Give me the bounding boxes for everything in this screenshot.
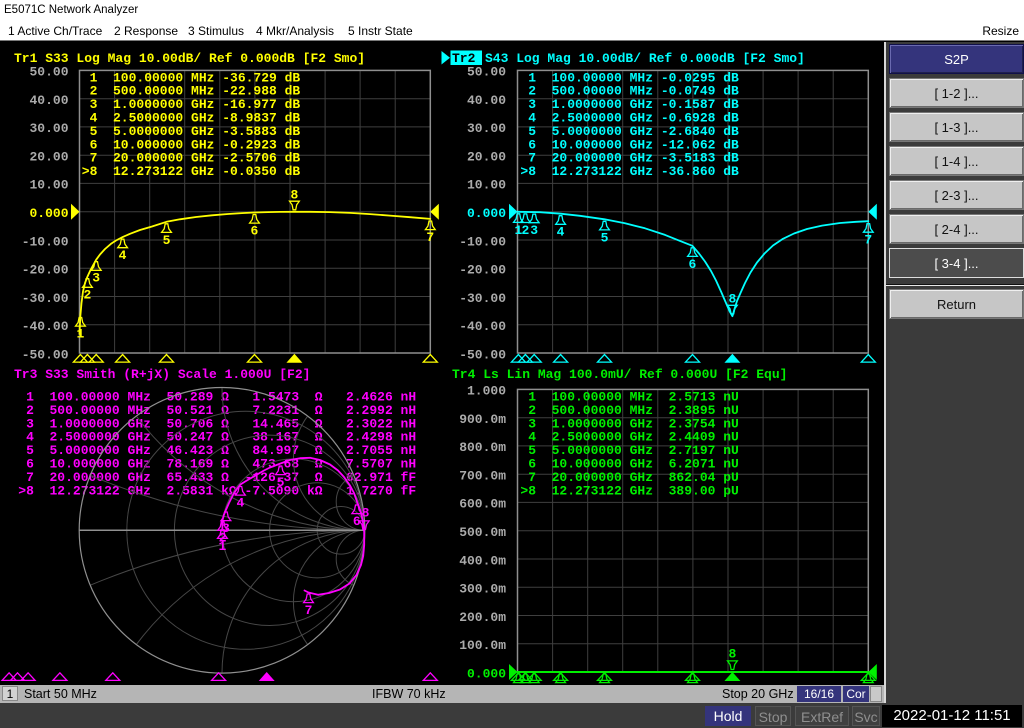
svg-text:0.000: 0.000 <box>467 206 506 221</box>
svg-text:-50.00: -50.00 <box>22 347 69 362</box>
svg-text:4: 4 <box>236 496 244 511</box>
svg-text:-10.00: -10.00 <box>22 234 69 249</box>
svg-text:3: 3 <box>222 521 230 536</box>
svg-text:4: 4 <box>557 225 565 240</box>
svg-text:-40.00: -40.00 <box>22 319 69 334</box>
svg-text:10.00: 10.00 <box>29 178 68 193</box>
svg-text:700.0m: 700.0m <box>459 468 506 483</box>
svg-text:8: 8 <box>729 647 737 662</box>
svg-text:400.0m: 400.0m <box>459 553 506 568</box>
svg-text:-30.00: -30.00 <box>22 291 69 306</box>
svg-text:8: 8 <box>362 506 370 521</box>
svg-text:8: 8 <box>291 187 299 202</box>
svg-text:50.00: 50.00 <box>467 65 506 80</box>
svg-text:2: 2 <box>84 288 92 303</box>
svg-text:6: 6 <box>251 224 259 239</box>
svg-text:40.00: 40.00 <box>467 93 506 108</box>
svg-text:5: 5 <box>163 233 171 248</box>
svg-text:300.0m: 300.0m <box>459 582 506 597</box>
svg-text:7: 7 <box>864 233 872 248</box>
svg-text:7: 7 <box>305 603 313 618</box>
svg-text:1.000: 1.000 <box>467 384 506 399</box>
svg-text:4: 4 <box>119 248 127 263</box>
svg-text:-40.00: -40.00 <box>459 319 506 334</box>
svg-text:>8 12.273122 GHz -0.0350 dB: >8 12.273122 GHz -0.0350 dB <box>82 164 301 179</box>
svg-text:5: 5 <box>277 475 285 490</box>
svg-text:8: 8 <box>729 291 737 306</box>
svg-text:3: 3 <box>530 223 538 238</box>
svg-text:Tr4 Ls Lin Mag 100.0mU/ Ref 0.: Tr4 Ls Lin Mag 100.0mU/ Ref 0.000U [F2 E… <box>452 367 787 382</box>
svg-text:900.0m: 900.0m <box>459 412 506 427</box>
svg-text:20.00: 20.00 <box>467 149 506 164</box>
svg-text:800.0m: 800.0m <box>459 440 506 455</box>
svg-text:500.0m: 500.0m <box>459 525 506 540</box>
svg-text:5: 5 <box>601 230 609 245</box>
svg-text:S43 Log Mag 10.00dB/ Ref 0.000: S43 Log Mag 10.00dB/ Ref 0.000dB [F2 Smo… <box>485 51 805 66</box>
svg-text:10.00: 10.00 <box>467 178 506 193</box>
svg-text:50.00: 50.00 <box>29 65 68 80</box>
svg-text:7: 7 <box>426 230 434 245</box>
svg-text:-10.00: -10.00 <box>459 234 506 249</box>
svg-text:30.00: 30.00 <box>467 121 506 136</box>
svg-text:-20.00: -20.00 <box>22 263 69 278</box>
svg-text:-30.00: -30.00 <box>459 291 506 306</box>
svg-text:Tr3 S33 Smith (R+jX) Scale 1.0: Tr3 S33 Smith (R+jX) Scale 1.000U [F2] <box>14 367 310 382</box>
svg-text:40.00: 40.00 <box>29 93 68 108</box>
svg-text:200.0m: 200.0m <box>459 610 506 625</box>
svg-text:1: 1 <box>76 326 84 341</box>
svg-text:30.00: 30.00 <box>29 121 68 136</box>
svg-text:-20.00: -20.00 <box>459 263 506 278</box>
svg-text:0.000: 0.000 <box>29 206 68 221</box>
svg-text:3: 3 <box>92 271 100 286</box>
svg-text:20.00: 20.00 <box>29 149 68 164</box>
svg-text:>8 12.273122 GHz 389.00 pU: >8 12.273122 GHz 389.00 pU <box>520 483 738 498</box>
svg-text:2: 2 <box>522 223 530 238</box>
svg-text:600.0m: 600.0m <box>459 497 506 512</box>
svg-text:6: 6 <box>689 257 697 272</box>
svg-text:100.0m: 100.0m <box>459 638 506 653</box>
svg-text:-50.00: -50.00 <box>459 347 506 362</box>
svg-text:>8 12.273122 GHz -36.860 dB: >8 12.273122 GHz -36.860 dB <box>520 164 739 179</box>
svg-text:0.000: 0.000 <box>467 666 506 681</box>
